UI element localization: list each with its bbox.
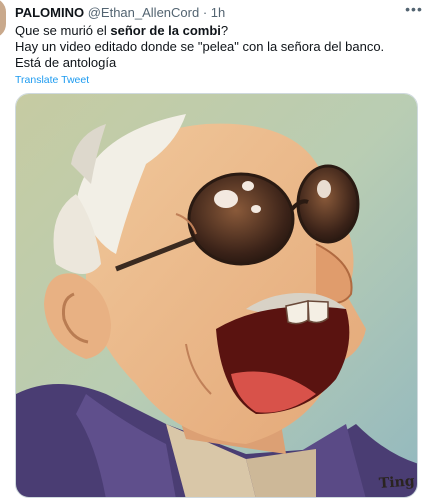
tweet-line-3: Está de antología [15, 55, 117, 70]
tweet-media-image[interactable]: Ting [15, 93, 418, 498]
more-horizontal-icon[interactable]: ••• [404, 2, 424, 17]
author-avatar[interactable] [0, 0, 6, 38]
tweet-timestamp[interactable]: 1h [211, 5, 225, 20]
tweet-header: PALOMINO @Ethan_AllenCord · 1h [15, 5, 225, 21]
cartoon-illustration: Ting [16, 94, 417, 497]
bold-phrase: señor de la combi [110, 23, 221, 38]
header-separator: · [202, 5, 208, 20]
tweet-text: Que se murió el señor de la combi? Hay u… [15, 23, 425, 71]
artist-signature: Ting [378, 473, 415, 491]
tweet-line-1: Que se murió el señor de la combi? [15, 23, 229, 38]
translate-tweet-link[interactable]: Translate Tweet [15, 74, 89, 86]
author-name[interactable]: PALOMINO [15, 5, 84, 20]
tweet-line-2: Hay un video editado donde se "pelea" co… [15, 39, 385, 54]
author-handle[interactable]: @Ethan_AllenCord [88, 5, 199, 20]
